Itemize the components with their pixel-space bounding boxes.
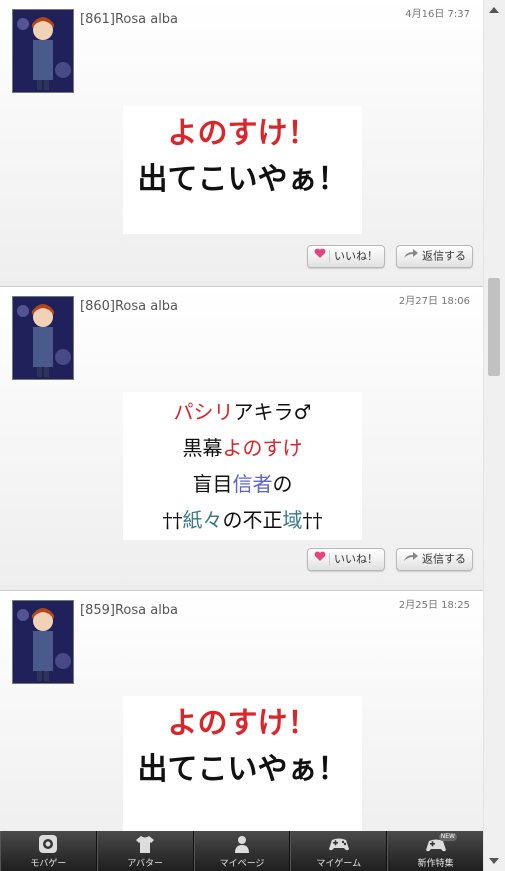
image-text-line: パシリアキラ♂ — [173, 400, 312, 424]
like-label: いいね！ — [334, 250, 378, 263]
like-button[interactable]: いいね！ — [307, 548, 385, 571]
post-image[interactable]: よのすけ！ 出てこいやぁ！ — [123, 696, 362, 831]
tab-label: アバター — [127, 858, 164, 868]
post-image[interactable]: よのすけ！ 出てこいやぁ！ — [123, 106, 362, 234]
post-author[interactable]: [859]Rosa alba — [80, 603, 178, 618]
reply-arrow-icon — [403, 549, 419, 570]
tshirt-icon — [135, 834, 155, 858]
tab-avatar[interactable]: アバター — [96, 831, 194, 871]
reply-button[interactable]: 返信する — [396, 245, 473, 268]
tab-label: 新作特集 — [417, 858, 454, 868]
reply-label: 返信する — [422, 553, 466, 566]
new-badge: NEW — [438, 833, 457, 841]
bottom-tab-bar: モバゲー アバター マイページ マイゲーム NEW 新作特集 — [0, 831, 484, 871]
post-author[interactable]: [860]Rosa alba — [80, 299, 178, 314]
reply-label: 返信する — [422, 250, 466, 263]
post-861: [861]Rosa alba 4月16日 7:37 よのすけ！ 出てこいやぁ！ … — [0, 0, 484, 287]
image-text-line: 出てこいやぁ！ — [137, 162, 348, 197]
tab-label: マイページ — [219, 858, 265, 868]
image-text-line: 盲目信者の — [192, 472, 293, 496]
tab-label: マイゲーム — [316, 858, 362, 868]
reply-arrow-icon — [403, 246, 419, 267]
tab-new-games[interactable]: NEW 新作特集 — [387, 831, 484, 871]
post-author[interactable]: [861]Rosa alba — [80, 12, 178, 27]
heart-icon — [314, 549, 326, 570]
post-date: 4月16日 7:37 — [405, 9, 470, 20]
post-feed: [861]Rosa alba 4月16日 7:37 よのすけ！ 出てこいやぁ！ … — [0, 0, 484, 831]
vertical-scrollbar[interactable] — [483, 0, 505, 871]
person-icon — [232, 834, 252, 858]
post-date: 2月25日 18:25 — [398, 600, 470, 611]
image-text-line: よのすけ！ — [167, 116, 318, 151]
like-button[interactable]: いいね！ — [307, 245, 385, 268]
image-text-line: ††紙々の不正域†† — [162, 508, 323, 532]
tab-label: モバゲー — [30, 858, 67, 868]
tab-mobage[interactable]: モバゲー — [0, 831, 97, 871]
avatar[interactable] — [12, 600, 74, 684]
avatar[interactable] — [12, 9, 74, 93]
tab-mypage[interactable]: マイページ — [193, 831, 291, 871]
like-label: いいね！ — [334, 553, 378, 566]
reply-button[interactable]: 返信する — [396, 548, 473, 571]
post-date: 2月27日 18:06 — [398, 296, 470, 307]
post-image[interactable]: パシリアキラ♂ 黒幕よのすけ 盲目信者の ††紙々の不正域†† — [123, 392, 362, 540]
avatar[interactable] — [12, 296, 74, 380]
scroll-thumb[interactable] — [488, 278, 500, 376]
heart-icon — [314, 246, 326, 267]
mobage-icon — [38, 834, 58, 858]
post-859: [859]Rosa alba 2月25日 18:25 よのすけ！ 出てこいやぁ！ — [0, 591, 484, 831]
image-text-line: よのすけ！ — [167, 706, 318, 741]
scroll-down-icon[interactable] — [489, 858, 499, 864]
image-text-line: 黒幕よのすけ — [182, 436, 303, 460]
gamepad-icon — [328, 834, 350, 858]
tab-mygame[interactable]: マイゲーム — [290, 831, 388, 871]
image-text-line: 出てこいやぁ！ — [137, 752, 348, 787]
post-860: [860]Rosa alba 2月27日 18:06 パシリアキラ♂ 黒幕よのす… — [0, 287, 484, 591]
scroll-up-icon[interactable] — [489, 7, 499, 13]
